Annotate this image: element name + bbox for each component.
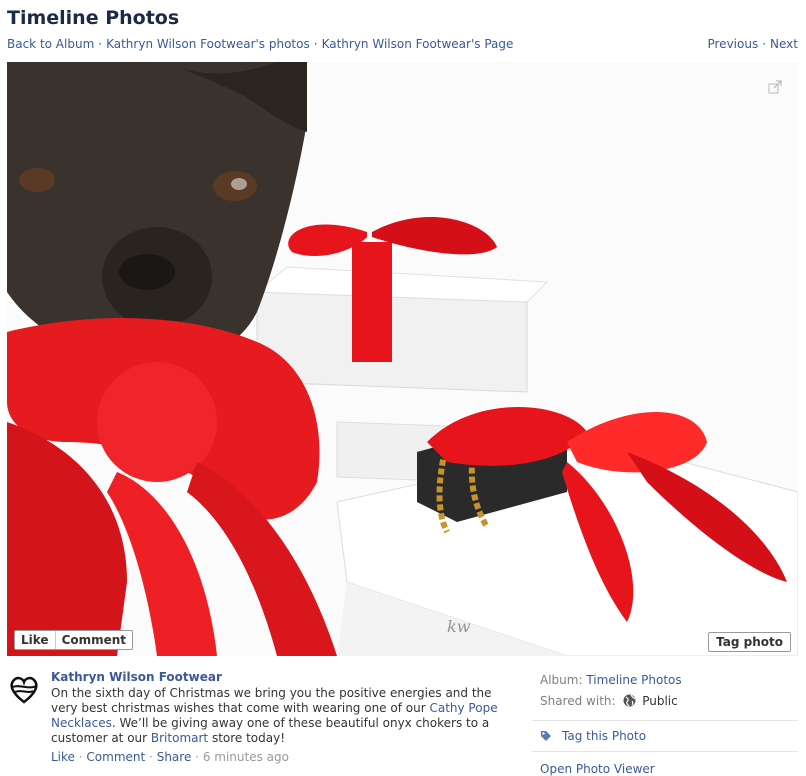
owner-page-link[interactable]: Kathryn Wilson Footwear's Page [322,37,514,51]
breadcrumb: Back to Album · Kathryn Wilson Footwear's … [7,37,513,51]
previous-link[interactable]: Previous [707,37,758,51]
open-photo-viewer-link[interactable]: Open Photo Viewer [532,752,798,776]
photo-image: kw [7,62,798,656]
post-share-link[interactable]: Share [157,750,192,764]
meta-separator: · [78,750,83,764]
back-to-album-link[interactable]: Back to Album [7,37,94,51]
post-timestamp: 6 minutes ago [202,750,289,764]
page-title: Timeline Photos [7,7,180,29]
post-like-link[interactable]: Like [51,750,75,764]
post-author-link[interactable]: Kathryn Wilson Footwear [51,670,507,685]
photo-comment-button[interactable]: Comment [54,631,132,649]
post-body: On the sixth day of Christmas we bring y… [51,686,507,746]
shared-with-label: Shared with: [540,694,616,708]
meta-separator: · [195,750,199,764]
meta-separator: · [149,750,153,764]
next-link[interactable]: Next [770,37,798,51]
avatar-heart-logo[interactable] [7,672,41,706]
album-label: Album: [540,673,583,687]
photo-action-buttons: Like Comment [14,630,134,650]
breadcrumb-separator: · [98,37,103,51]
tag-this-photo-action[interactable]: Tag this Photo [532,721,798,743]
shared-with-row: Shared with: Public [532,691,798,712]
tag-this-photo-label: Tag this Photo [562,729,647,743]
post-meta: Like · Comment · Share · 6 minutes ago [51,750,507,765]
photo-viewer[interactable]: kw Like Comment Tag photo [7,62,798,656]
album-link[interactable]: Timeline Photos [586,673,681,687]
album-row: Album: Timeline Photos [532,670,798,691]
tag-icon [541,731,551,741]
svg-text:kw: kw [447,617,471,636]
open-photo-viewer-label: Open Photo Viewer [540,762,655,776]
shared-with-value: Public [642,694,678,708]
post-text-1: On the sixth day of Christmas we bring y… [51,686,492,715]
expand-icon[interactable] [768,80,782,94]
post-comment-link[interactable]: Comment [86,750,145,764]
photo-like-button[interactable]: Like [15,631,55,649]
photo-pager: Previous · Next [707,37,798,51]
photo-caption: Kathryn Wilson Footwear On the sixth day… [7,670,507,765]
post-text-3: store today! [208,731,286,745]
photo-sidebar: Album: Timeline Photos Shared with: Publ… [532,670,798,776]
tag-photo-button[interactable]: Tag photo [708,632,791,652]
britomart-link[interactable]: Britomart [151,731,208,745]
breadcrumb-separator: · [313,37,318,51]
pager-separator: · [762,37,767,51]
owner-photos-link[interactable]: Kathryn Wilson Footwear's photos [106,37,310,51]
globe-icon [623,694,636,707]
